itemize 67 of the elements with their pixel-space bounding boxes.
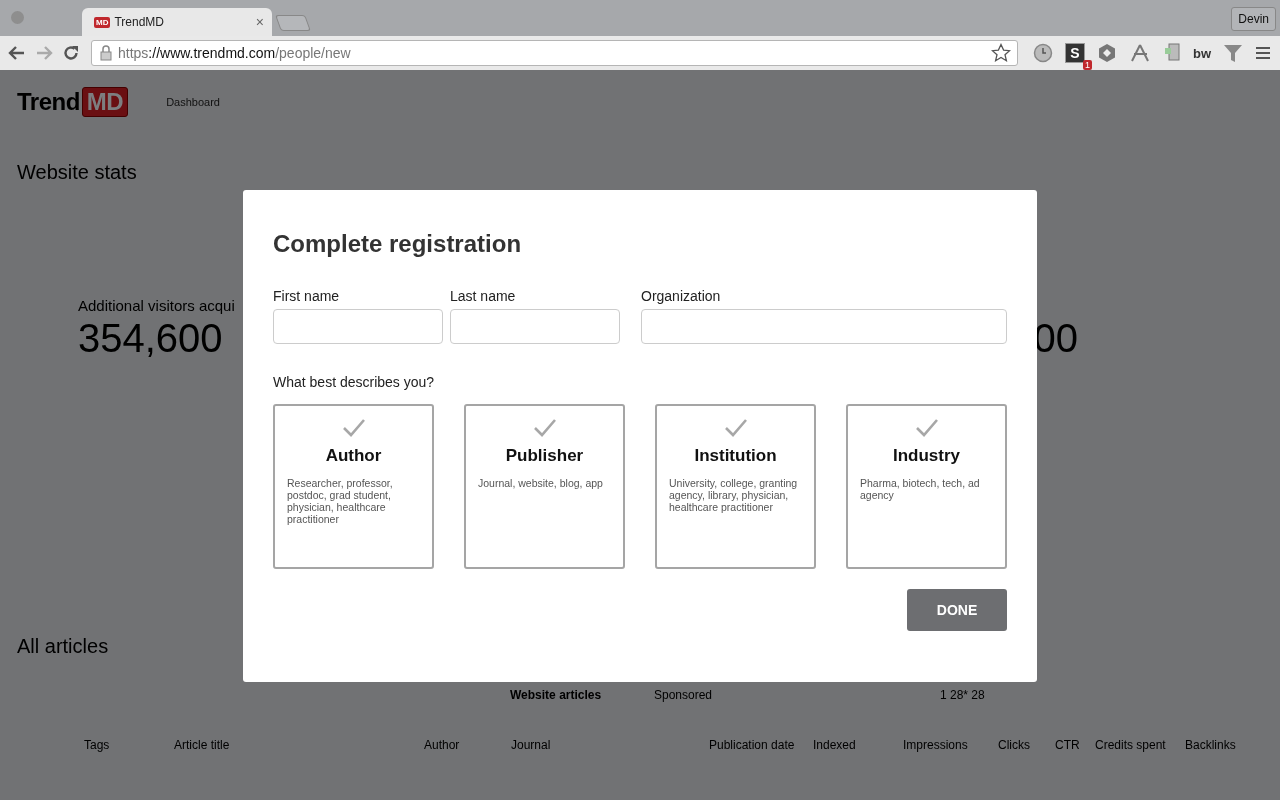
column-header[interactable]: Impressions xyxy=(903,738,998,752)
extension-icon[interactable]: S xyxy=(1065,43,1085,63)
funnel-icon[interactable] xyxy=(1223,42,1244,64)
url-text: https://www.trendmd.com/people/new xyxy=(118,45,352,61)
tab-favicon: MD xyxy=(94,16,111,28)
column-header[interactable]: Publication date xyxy=(709,738,813,752)
tab-title: TrendMD xyxy=(114,15,166,29)
clock-icon[interactable] xyxy=(1033,43,1053,63)
checkmark-icon xyxy=(723,418,748,438)
article-tab[interactable]: 1 28* 28 xyxy=(940,688,1084,702)
checkmark-icon xyxy=(532,418,557,438)
field-label: First name xyxy=(273,288,341,304)
article-tab[interactable]: Website articles xyxy=(510,688,654,702)
forward-icon[interactable] xyxy=(35,44,53,62)
column-header[interactable]: Tags xyxy=(84,738,174,752)
column-header[interactable]: Article title xyxy=(174,738,424,752)
field-label: Organization xyxy=(641,288,722,304)
star-icon[interactable] xyxy=(991,43,1011,63)
back-icon[interactable] xyxy=(8,44,26,62)
column-header[interactable]: CTR xyxy=(1055,738,1095,752)
section-title: All articles xyxy=(17,635,110,658)
option-description: Researcher, professor, postdoc, grad student, physician, healthcare practitioner xyxy=(287,477,394,526)
nav-link[interactable]: Dashboard xyxy=(166,96,220,108)
option-card[interactable]: Publisher Journal, website, blog, app xyxy=(464,404,625,569)
menu-icon[interactable] xyxy=(1255,45,1272,61)
column-header[interactable]: Backlinks xyxy=(1185,738,1265,752)
column-header[interactable]: Indexed xyxy=(813,738,903,752)
input-field[interactable] xyxy=(641,309,1007,344)
column-header[interactable]: Journal xyxy=(511,738,709,752)
extension-icon[interactable]: bw xyxy=(1193,45,1212,61)
column-header[interactable]: Author xyxy=(424,738,511,752)
document-icon[interactable] xyxy=(1163,42,1181,64)
input-field[interactable] xyxy=(450,309,620,344)
option-card[interactable]: Author Researcher, professor, postdoc, grad student, physician, healthcare practitioner xyxy=(273,404,434,569)
metric-label: Additional visitors acqui xyxy=(78,297,235,314)
option-card[interactable]: Industry Pharma, biotech, tech, ad agency xyxy=(846,404,1007,569)
done-button[interactable]: DONE xyxy=(907,589,1007,631)
column-header[interactable]: Credits spent xyxy=(1095,738,1185,752)
checkmark-icon xyxy=(914,418,939,438)
profile-button[interactable]: Devin xyxy=(1231,7,1276,31)
option-description: Journal, website, blog, app xyxy=(478,477,604,490)
notification-badge: 1 xyxy=(1083,60,1092,70)
hexagon-icon[interactable] xyxy=(1097,43,1117,63)
option-description: University, college, granting agency, library, physician, healthcare practitioner xyxy=(669,477,799,514)
address-bar[interactable]: https://www.trendmd.com/people/new xyxy=(91,40,1018,66)
tab-close-button[interactable]: × xyxy=(255,14,264,30)
option-title: Author xyxy=(325,446,382,466)
dialog-title: Complete registration xyxy=(273,230,523,258)
column-header[interactable]: Clicks xyxy=(998,738,1055,752)
metric-value: 354,600 xyxy=(78,318,224,358)
option-description: Pharma, biotech, tech, ad agency xyxy=(860,477,981,502)
field-label: Last name xyxy=(450,288,517,304)
input-field[interactable] xyxy=(273,309,443,344)
option-card[interactable]: Institution University, college, granting agency, library, physician, healthcare practitioner xyxy=(655,404,816,569)
option-title: Institution xyxy=(694,446,777,466)
article-tab[interactable]: Sponsored xyxy=(654,688,940,702)
question-text: What best describes you? xyxy=(273,374,436,390)
section-title: Website stats xyxy=(17,161,138,184)
browser-tab[interactable]: MD TrendMD × xyxy=(82,8,272,36)
logo[interactable]: Trend MD xyxy=(17,87,129,117)
lock-icon xyxy=(100,45,112,61)
compass-icon[interactable] xyxy=(1129,43,1151,63)
option-title: Industry xyxy=(892,446,961,466)
option-title: Publisher xyxy=(505,446,584,466)
checkmark-icon xyxy=(341,418,366,438)
reload-icon[interactable] xyxy=(62,44,80,62)
new-tab-button[interactable] xyxy=(275,15,311,31)
